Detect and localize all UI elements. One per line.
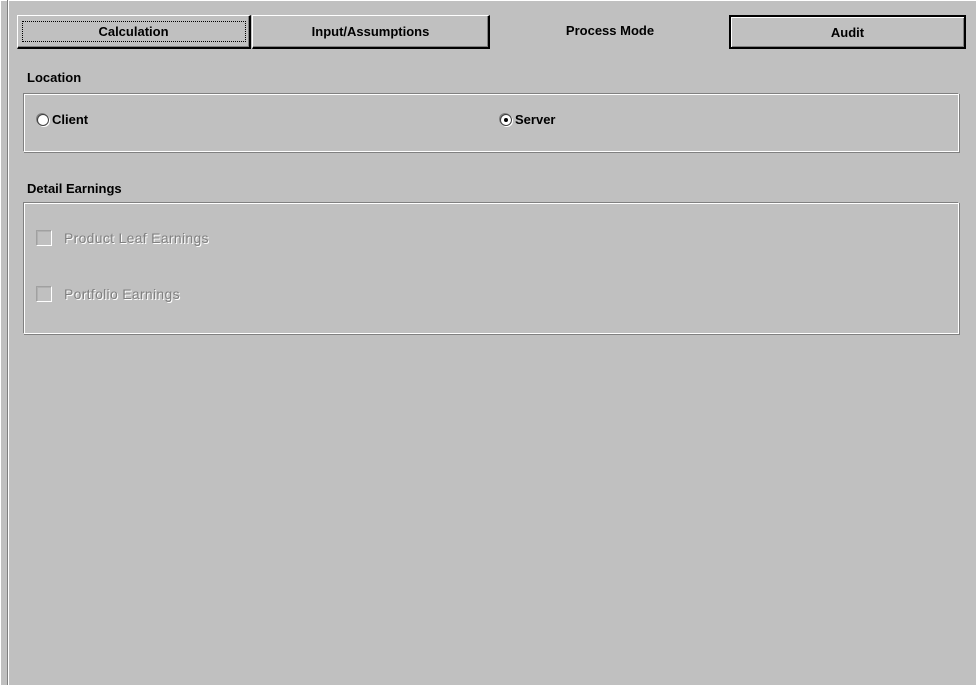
radio-server-button[interactable] bbox=[500, 113, 512, 126]
detail-earnings-group bbox=[23, 202, 959, 334]
checkbox-product-leaf-earnings-box[interactable] bbox=[36, 230, 52, 246]
checkbox-portfolio-earnings[interactable]: Portfolio Earnings bbox=[36, 286, 180, 302]
radio-client-label: Client bbox=[52, 112, 89, 127]
tab-input-assumptions[interactable]: Input/Assumptions bbox=[252, 15, 490, 49]
checkbox-portfolio-earnings-box[interactable] bbox=[36, 286, 52, 302]
tab-calculation-label: Calculation bbox=[21, 21, 246, 42]
tab-process-mode-label: Process Mode bbox=[565, 23, 655, 38]
tab-calculation[interactable]: Calculation bbox=[17, 15, 251, 49]
radio-server[interactable]: Server bbox=[500, 112, 555, 127]
location-group bbox=[23, 93, 959, 152]
checkbox-product-leaf-earnings-label: Product Leaf Earnings bbox=[64, 230, 209, 246]
checkbox-portfolio-earnings-label: Portfolio Earnings bbox=[64, 286, 180, 302]
radio-server-label: Server bbox=[515, 112, 556, 127]
detail-earnings-group-title: Detail Earnings bbox=[27, 181, 122, 196]
tab-input-assumptions-label: Input/Assumptions bbox=[311, 24, 430, 39]
tab-audit[interactable]: Audit bbox=[729, 15, 966, 49]
radio-client-button[interactable] bbox=[37, 113, 49, 126]
tab-audit-label: Audit bbox=[830, 24, 865, 40]
radio-client[interactable]: Client bbox=[37, 112, 88, 127]
panel-left-highlight bbox=[8, 0, 9, 685]
tab-process-mode[interactable]: Process Mode bbox=[492, 15, 728, 49]
checkbox-product-leaf-earnings[interactable]: Product Leaf Earnings bbox=[36, 230, 209, 246]
location-group-title: Location bbox=[27, 70, 82, 85]
